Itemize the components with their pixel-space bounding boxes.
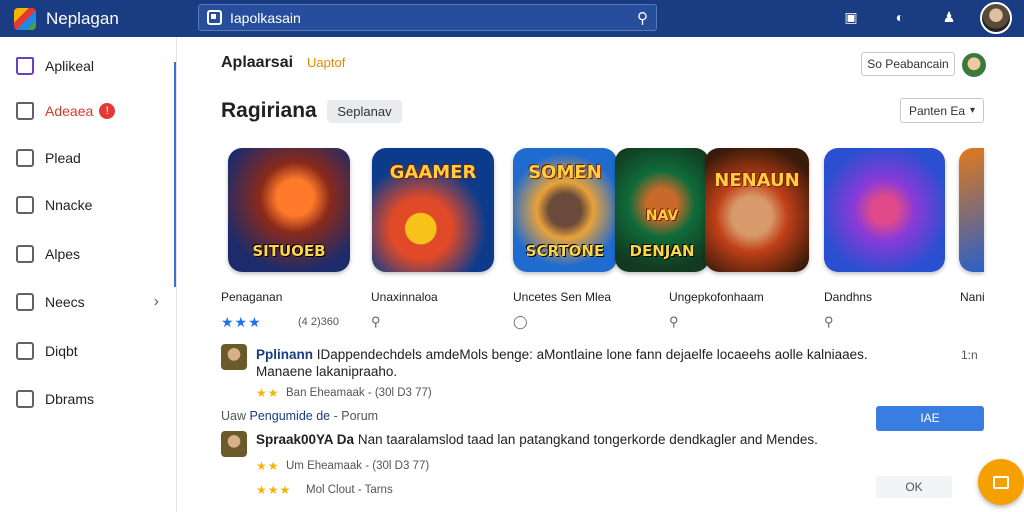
app-card-3[interactable]: SCRTONE SOMEN — [513, 148, 617, 272]
review-meta: Ban Eheamaak - (30l D3 77) — [286, 387, 432, 399]
app-title-2[interactable]: Unaxinnaloa — [371, 290, 438, 304]
help-icon[interactable]: ◐ — [891, 9, 909, 25]
sort-dropdown[interactable]: Panten Ea ▾ — [900, 98, 984, 123]
top-bar: Neplagan ⚲ ▣ ◐ ♟ — [0, 0, 1024, 37]
search-icon[interactable]: ⚲ — [637, 9, 648, 27]
sidebar-item-neecs[interactable]: Neecs › — [0, 282, 177, 322]
review-time: 1:n — [961, 348, 978, 362]
inbox-icon[interactable]: ▣ — [842, 9, 860, 26]
sort-dropdown-label: Panten Ea — [908, 103, 965, 118]
people-icon — [16, 293, 34, 311]
app-card-5[interactable]: NENAUN — [705, 148, 809, 272]
sidebar-item-label: Diqbt — [45, 343, 78, 359]
update-link[interactable]: Uaptof — [307, 55, 345, 70]
app-title-5[interactable]: Dandhns — [824, 290, 872, 304]
tag-icon: ⚲ — [824, 314, 834, 329]
review-meta: Mol Clout - Tarns — [306, 484, 393, 496]
app-card-art-text: SOMEN — [528, 162, 602, 183]
rating-stars: ★★★ — [221, 314, 262, 330]
sidebar-item-aplikeal[interactable]: Aplikeal — [0, 46, 177, 86]
reply-prefix: Uaw — [221, 409, 247, 423]
notification-badge: ! — [99, 103, 116, 119]
review-text: Spraak00YA Da Nan taaralamslod taad lan … — [256, 432, 818, 447]
primary-button[interactable]: IAE — [876, 406, 984, 431]
tag-icon: ⚲ — [371, 314, 381, 329]
review-text-cont: Manaene lakanipraaho. — [256, 364, 398, 379]
app-card-art-text: NAV — [645, 208, 679, 224]
sidebar-item-label: Alpes — [45, 246, 81, 262]
ok-button[interactable]: OK — [876, 476, 952, 498]
sidebar-item-alpes[interactable]: Alpes — [0, 234, 177, 274]
sidebar-item-plead[interactable]: Plead — [0, 138, 177, 178]
app-title: Neplagan — [46, 8, 119, 28]
sidebar-item-adeaea[interactable]: Adeaea ! — [0, 91, 177, 131]
page-icon — [16, 149, 34, 167]
app-logo-icon — [14, 7, 36, 30]
add-person-icon[interactable]: ♟ — [940, 9, 958, 26]
filter-chip[interactable]: Seplanav — [327, 100, 402, 123]
sidebar-item-label: Aplikeal — [45, 58, 95, 74]
user-icon — [16, 390, 34, 408]
square-icon — [16, 196, 34, 214]
review-meta: Um Eheamaak - (30l D3 77) — [286, 460, 430, 472]
chat-icon — [993, 475, 1009, 489]
search-input[interactable] — [230, 9, 630, 26]
account-avatar[interactable] — [962, 53, 986, 77]
chat-fab-button[interactable] — [978, 459, 1024, 505]
search-bar[interactable]: ⚲ — [198, 4, 657, 31]
review-stars: ★★ — [256, 386, 280, 400]
main-content: Aplaarsai Uaptof So Peabancain Ragiriana… — [178, 37, 1024, 512]
chevron-right-icon: › — [153, 293, 159, 310]
tag-icon: ⚲ — [669, 314, 679, 329]
app-card-art-text: NENAUN — [714, 170, 800, 191]
review-body: Nan taaralamslod taad lan patangkand ton… — [357, 432, 818, 447]
review-stars: ★★ — [256, 459, 280, 473]
app-card-art-text: SCRTONE — [525, 242, 605, 260]
home-icon — [16, 102, 34, 120]
sidebar-item-diqbt[interactable]: Diqbt — [0, 331, 177, 371]
book-icon — [16, 342, 34, 360]
reply-line: Uaw Pengumide de - Porum — [221, 409, 378, 423]
review-stars: ★★★ — [256, 483, 292, 497]
reply-suffix: - Porum — [333, 409, 379, 423]
sidebar-item-label: Plead — [45, 150, 81, 166]
chevron-down-icon: ▾ — [970, 105, 976, 116]
home-icon — [16, 57, 34, 75]
apps-grid-icon — [207, 10, 222, 25]
sidebar-item-nnacke[interactable]: Nnacke — [0, 185, 177, 225]
account-button[interactable]: So Peabancain — [861, 52, 955, 76]
app-card-art-text: SITUOEB — [252, 242, 326, 260]
app-title-7[interactable]: Nani — [960, 290, 985, 304]
section-title: Ragiriana — [221, 99, 317, 122]
reviewer-avatar — [221, 344, 247, 370]
reply-link[interactable]: Pengumide de — [250, 409, 331, 423]
app-card-art-text: GAAMER — [389, 162, 477, 183]
app-card-2[interactable]: GAAMER — [372, 148, 494, 272]
reviewer-avatar — [221, 431, 247, 457]
app-card-art-text: DENJAN — [629, 242, 695, 260]
image-icon — [16, 245, 34, 263]
review-author[interactable]: Pplinann — [256, 347, 313, 362]
review-body: IDappendechdels amdeMols benge: aMontlai… — [316, 347, 868, 362]
app-title-1[interactable]: Penaganan — [221, 290, 282, 304]
app-card-1[interactable]: SITUOEB — [228, 148, 350, 272]
review-text: Pplinann IDappendechdels amdeMols benge:… — [256, 347, 868, 362]
sidebar-item-label: Adeaea — [45, 103, 94, 119]
user-avatar[interactable] — [980, 2, 1012, 34]
app-title-3[interactable]: Uncetes Sen Mlea — [513, 290, 611, 304]
tag-icon: ◯ — [513, 314, 528, 329]
sidebar: Aplikeal Adeaea ! Plead Nnacke Alpes Nee… — [0, 37, 177, 512]
app-card-4[interactable]: DENJAN NAV — [615, 148, 709, 272]
review-author[interactable]: Spraak00YA Da — [256, 432, 354, 447]
app-card-6[interactable] — [824, 148, 945, 272]
sidebar-item-label: Dbrams — [45, 391, 95, 407]
sidebar-item-label: Neecs — [45, 294, 85, 310]
app-title-4[interactable]: Ungepkofonhaam — [669, 290, 764, 304]
sidebar-item-label: Nnacke — [45, 197, 93, 213]
app-card-7[interactable] — [959, 148, 984, 272]
page-title: Aplaarsai — [221, 54, 294, 71]
sidebar-item-dbrams[interactable]: Dbrams — [0, 379, 177, 419]
rating-count: (4 2)360 — [298, 316, 339, 328]
sidebar-scroll-accent — [174, 62, 176, 287]
